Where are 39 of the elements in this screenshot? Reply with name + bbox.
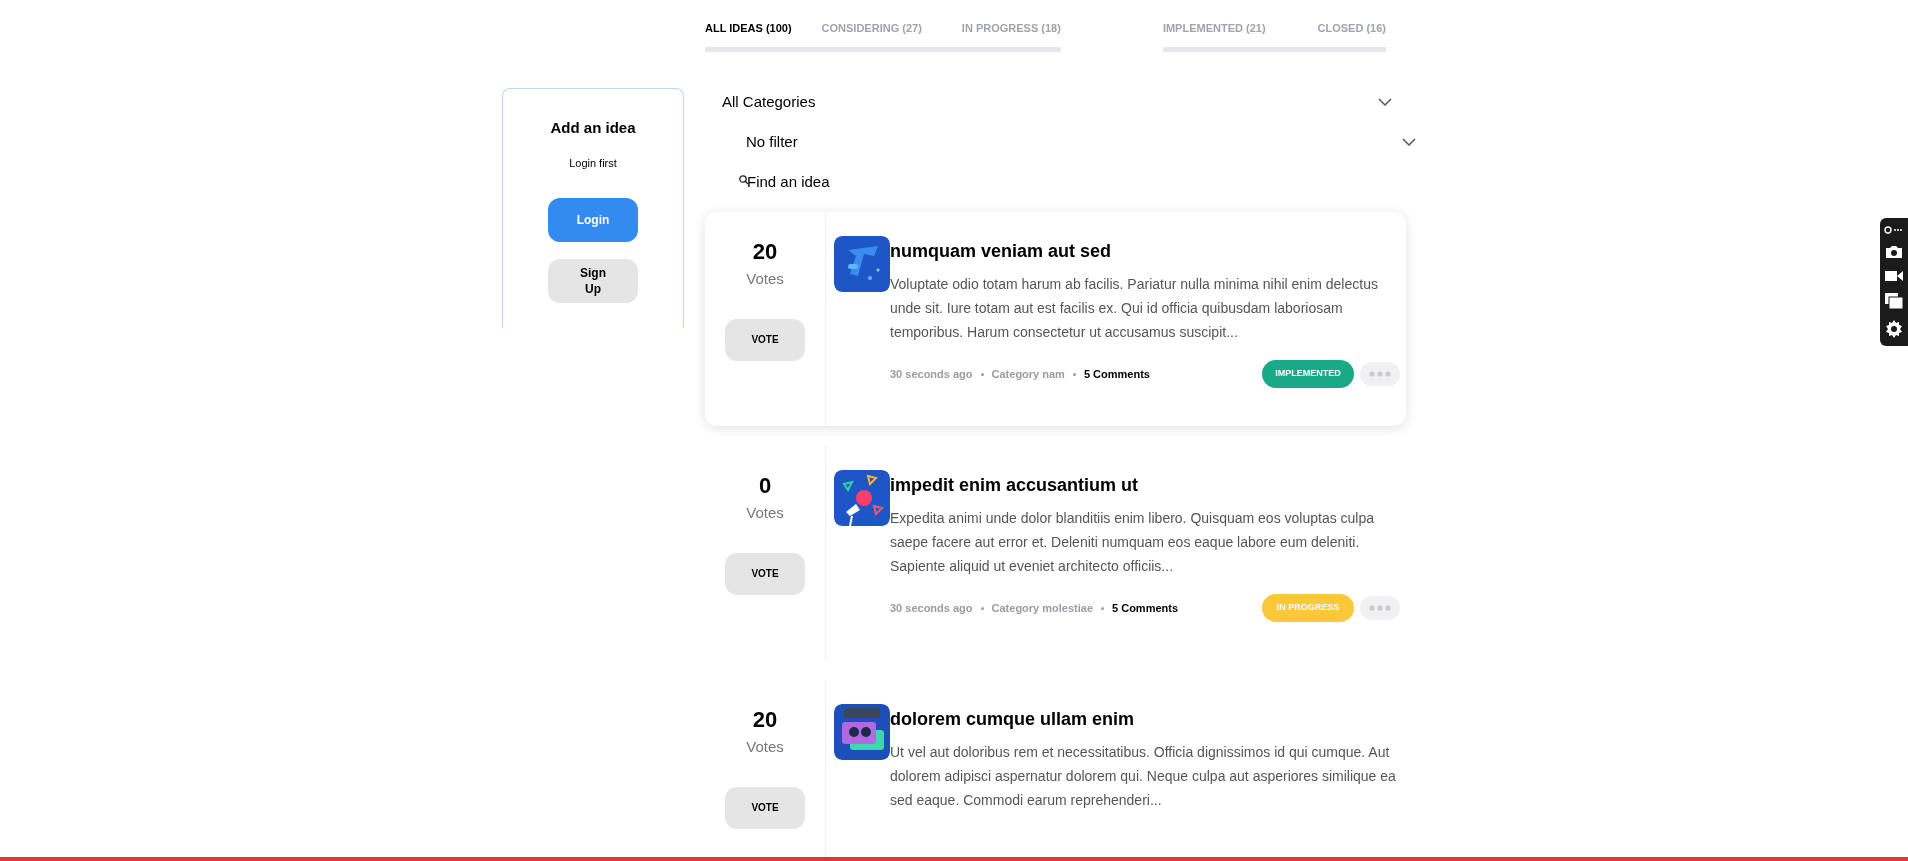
category-select[interactable]: All Categories <box>705 88 1406 116</box>
category-label: Category nam <box>991 366 1065 382</box>
signup-button[interactable]: Sign Up <box>548 259 638 303</box>
settings-icon[interactable] <box>1885 320 1903 339</box>
login-note: Login first <box>569 155 617 171</box>
time-ago: 30 seconds ago <box>890 366 973 382</box>
search-field[interactable]: Find an idea <box>747 170 1047 194</box>
vote-button[interactable]: VOTE <box>725 552 805 595</box>
vote-button[interactable]: VOTE <box>725 318 805 361</box>
windows-icon[interactable] <box>1885 293 1903 310</box>
status-badge: IN PROGRESS <box>1262 594 1354 622</box>
chevron-down-icon <box>1402 138 1416 146</box>
idea-description: Ut vel aut doloribus rem et necessitatibus. Officia dignissimos id qui cumque. Aut dolorem adipisci aspernatur dolorem qui. Neque culpa aut asperiores similique ea sed eaque. Commodi earum reprehenderi... <box>890 743 1397 810</box>
time-ago: 30 seconds ago <box>890 600 973 616</box>
status-badge: IMPLEMENTED <box>1262 360 1354 388</box>
idea-description: Expedita animi unde dolor blanditiis enim libero. Quisquam eos voluptas culpa saepe facere aut error et. Deleniti numquam eos eaque labore eum deleniti. Sapiente aliquid ut eveniet architecto officiis... <box>890 509 1376 576</box>
comments-link[interactable]: 5 Comments <box>1083 365 1150 383</box>
comments-link[interactable]: 5 Comments <box>1112 599 1179 617</box>
vote-count: 20 <box>752 238 778 266</box>
idea-title: numquam veniam aut sed <box>890 240 1113 263</box>
vote-count: 0 <box>758 472 772 500</box>
votes-label: Votes <box>746 269 784 289</box>
idea-title: dolorem cumque ullam enim <box>890 708 1136 731</box>
search-icon <box>739 175 749 185</box>
more-icon <box>1369 371 1391 377</box>
video-camera-icon[interactable] <box>1885 269 1903 282</box>
idea-description: Voluptate odio totam harum ab facilis. Pariatur nulla minima nihil enim delectus unde sit. Iure totam aut est facilis ex. Qui id officia quibusdam laboriosam temporibus. Harum consectetur ut accusamus suscipit... <box>890 275 1379 342</box>
vote-button[interactable]: VOTE <box>725 786 805 829</box>
camera-icon[interactable] <box>1885 244 1903 259</box>
votes-label: Votes <box>746 503 784 523</box>
votes-label: Votes <box>746 737 784 757</box>
filter-tab[interactable]: ALL IDEAS (100) <box>705 20 822 52</box>
more-icon <box>1369 605 1391 611</box>
idea-title: impedit enim accusantium ut <box>890 474 1140 497</box>
card-title: Add an idea <box>550 118 636 138</box>
status-select[interactable]: No filter <box>705 128 1416 156</box>
vote-count: 20 <box>752 706 778 734</box>
chevron-down-icon <box>1378 98 1392 106</box>
category-label: Category molestiae <box>991 600 1094 616</box>
